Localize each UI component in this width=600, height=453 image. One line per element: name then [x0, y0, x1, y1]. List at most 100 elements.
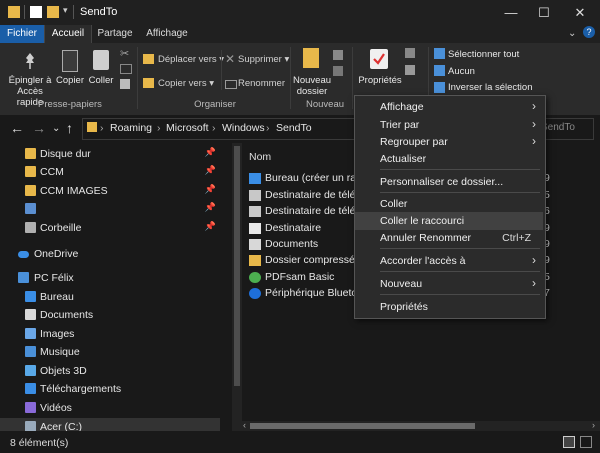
nav-item-objets-3d[interactable]: Objets 3D — [0, 362, 220, 380]
breadcrumb-roaming[interactable]: Roaming — [110, 122, 152, 134]
image-folder-icon — [25, 203, 36, 214]
nav-item-label: Disque dur — [40, 148, 91, 160]
nav-item-ccm-images[interactable]: CCM IMAGES 📌 — [0, 182, 220, 200]
move-to-icon — [143, 54, 154, 64]
large-icons-view-icon[interactable] — [580, 436, 592, 448]
menu-item-nouveau[interactable]: Nouveau › — [355, 275, 543, 293]
videos-icon — [25, 402, 36, 413]
tab-affichage[interactable]: Affichage — [140, 25, 194, 43]
horizontal-scrollbar-thumb[interactable] — [250, 423, 475, 429]
tab-partage[interactable]: Partage — [92, 25, 138, 43]
list-item[interactable]: Destinataire — [249, 221, 359, 237]
breadcrumb-microsoft[interactable]: Microsoft — [166, 122, 209, 134]
nav-item-musique[interactable]: Musique — [0, 343, 220, 361]
nav-item-bureau[interactable]: Bureau — [0, 288, 220, 306]
edit-icon[interactable] — [405, 65, 415, 75]
up-icon[interactable]: ↑ — [66, 120, 73, 136]
nav-item-documents[interactable]: Documents — [0, 306, 220, 324]
details-view-icon[interactable] — [563, 436, 575, 448]
menu-item-trier-par[interactable]: Trier par › — [355, 116, 543, 134]
menu-item-coller-raccourci[interactable]: Coller le raccourci — [355, 212, 543, 230]
list-item[interactable]: Destinataire de télécopie — [249, 188, 359, 204]
help-icon[interactable]: ? — [583, 26, 595, 38]
menu-item-affichage[interactable]: Affichage › — [355, 98, 543, 116]
pinned-icon: 📌 — [204, 202, 216, 212]
nav-item-images[interactable]: Images — [0, 325, 220, 343]
nav-item-ccm[interactable]: CCM 📌 — [0, 163, 220, 181]
close-button[interactable]: ✕ — [563, 0, 597, 25]
documents-icon — [249, 239, 261, 250]
invert-selection-button[interactable]: Inverser la sélection — [448, 82, 532, 93]
nav-item-disque-dur[interactable]: Disque dur 📌 — [0, 145, 220, 163]
pin-icon — [22, 52, 38, 70]
properties-quick-icon[interactable] — [30, 6, 42, 18]
paste-shortcut-icon[interactable] — [120, 79, 130, 89]
new-folder-quick-icon[interactable] — [47, 6, 59, 18]
open-icon[interactable] — [405, 48, 415, 58]
list-item[interactable]: Dossier compressé — [249, 253, 359, 269]
expand-ribbon-icon[interactable]: ⌄ — [568, 28, 576, 39]
new-item-icon[interactable] — [333, 50, 343, 60]
copy-to-button[interactable]: Copier vers ▾ — [158, 78, 214, 89]
select-all-button[interactable]: Sélectionner tout — [448, 49, 519, 60]
column-header-name[interactable]: Nom — [249, 151, 271, 163]
submenu-arrow-icon: › — [532, 253, 536, 267]
maximize-button[interactable]: ☐ — [527, 0, 561, 25]
nav-item-telechargements[interactable]: Téléchargements — [0, 380, 220, 398]
rename-button[interactable]: Renommer — [238, 78, 285, 89]
nav-item-pc[interactable]: PC Félix — [0, 269, 220, 287]
folder-icon — [25, 166, 36, 177]
list-item[interactable]: Documents — [249, 237, 359, 253]
list-item[interactable]: Bureau (créer un raccourci) — [249, 171, 359, 187]
pinned-icon: 📌 — [204, 165, 216, 175]
cut-icon[interactable]: ✂ — [120, 47, 129, 60]
menu-item-coller[interactable]: Coller — [355, 195, 543, 213]
list-item[interactable]: Destinataire de télécopie — [249, 204, 359, 220]
submenu-arrow-icon: › — [532, 276, 536, 290]
file-name: Dossier compressé — [265, 254, 355, 266]
menu-item-personnaliser[interactable]: Personnaliser ce dossier... — [355, 173, 543, 191]
delete-icon: ✕ — [225, 52, 236, 66]
easy-access-icon[interactable] — [333, 66, 343, 76]
folder-icon — [25, 148, 36, 159]
properties-button[interactable]: Propriétés — [358, 75, 402, 86]
move-to-button[interactable]: Déplacer vers ▾ — [158, 54, 224, 65]
menu-item-accorder-acces[interactable]: Accorder l'accès à › — [355, 252, 543, 270]
tab-accueil[interactable]: Accueil — [44, 25, 92, 43]
breadcrumb-sendto[interactable]: SendTo — [276, 122, 312, 134]
copy-path-icon[interactable] — [120, 64, 132, 74]
minimize-button[interactable]: — — [494, 0, 528, 25]
forward-icon[interactable]: → — [32, 120, 46, 136]
select-none-button[interactable]: Aucun — [448, 66, 475, 77]
menu-item-actualiser[interactable]: Actualiser — [355, 150, 543, 168]
file-name: Destinataire — [265, 222, 322, 234]
new-folder-button[interactable]: Nouveau dossier — [292, 75, 332, 97]
back-icon[interactable]: ← — [10, 120, 24, 136]
nav-item-onedrive[interactable]: OneDrive — [0, 245, 220, 263]
nav-item-videos[interactable]: Vidéos — [0, 399, 220, 417]
pinned-icon: 📌 — [204, 147, 216, 157]
breadcrumb-windows[interactable]: Windows — [222, 122, 265, 134]
menu-item-annuler-renommer[interactable]: Annuler Renommer Ctrl+Z — [355, 229, 543, 247]
delete-button[interactable]: Supprimer ▾ — [238, 54, 289, 65]
copy-button[interactable]: Copier — [56, 75, 84, 86]
group-label-organize: Organiser — [194, 99, 236, 110]
customize-quick-access-icon[interactable]: ▾ — [63, 5, 68, 16]
scroll-left-icon[interactable]: ‹ — [243, 420, 246, 430]
list-item[interactable]: PDFsam Basic — [249, 270, 359, 286]
recent-locations-icon[interactable]: ⌄ — [52, 123, 60, 134]
menu-separator — [380, 248, 540, 249]
menu-item-label: Coller le raccourci — [380, 215, 465, 227]
menu-item-proprietes[interactable]: Propriétés — [355, 298, 543, 316]
delete-label: Supprimer — [238, 54, 282, 65]
nav-item-corbeille[interactable]: Corbeille 📌 — [0, 219, 220, 237]
list-item[interactable]: Périphérique Bluetooth — [249, 286, 359, 302]
scroll-right-icon[interactable]: › — [592, 420, 595, 430]
nav-item-unnamed[interactable]: 📌 — [0, 200, 220, 218]
menu-item-regrouper-par[interactable]: Regrouper par › — [355, 133, 543, 151]
tab-fichier[interactable]: Fichier — [0, 25, 44, 43]
nav-scrollbar-thumb[interactable] — [234, 146, 240, 386]
menu-item-label: Personnaliser ce dossier... — [380, 176, 504, 188]
pdfsam-icon — [249, 272, 261, 283]
paste-button[interactable]: Coller — [87, 75, 115, 86]
